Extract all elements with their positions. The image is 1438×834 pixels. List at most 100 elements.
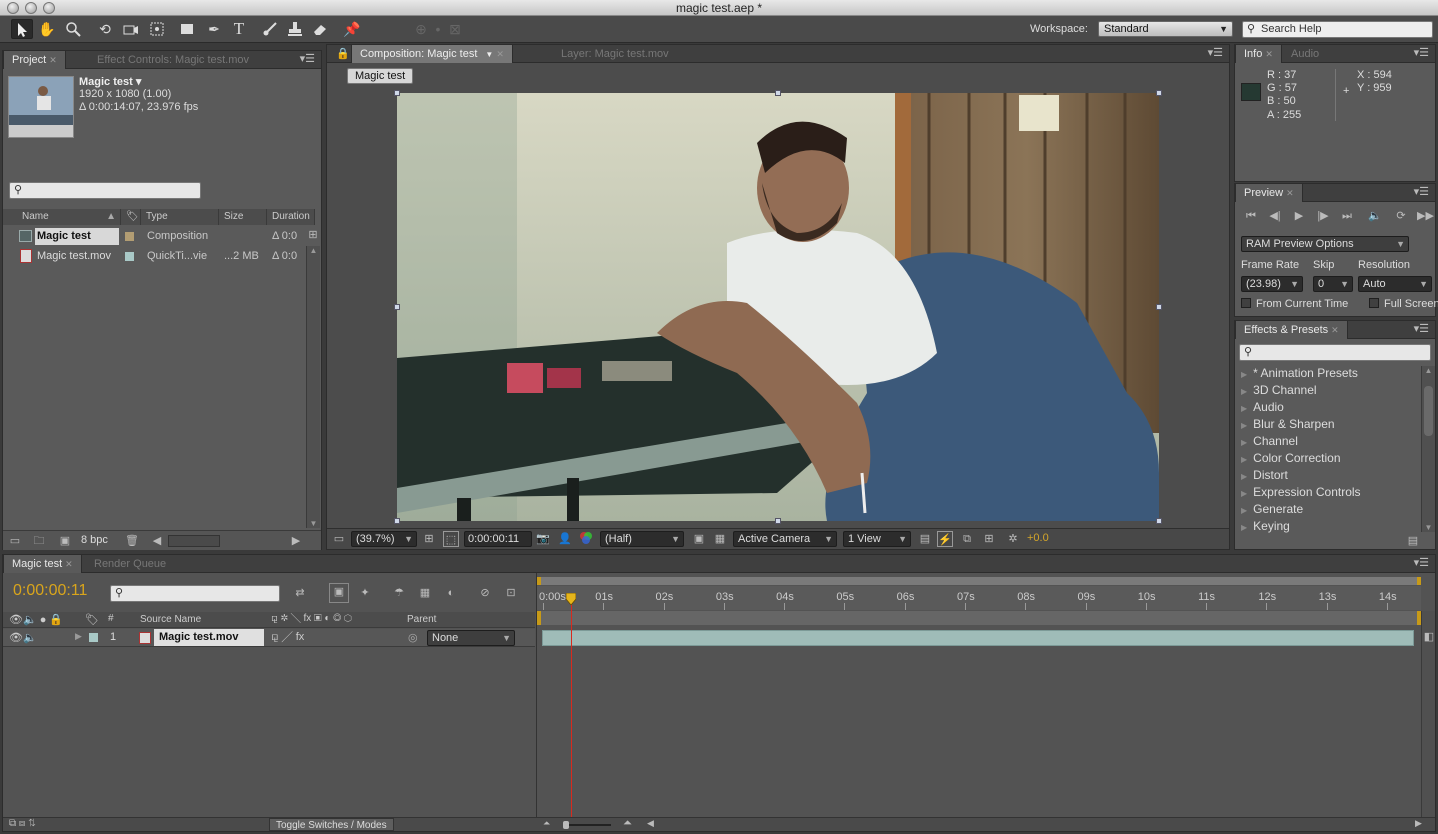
tab-effect-controls[interactable]: Effect Controls: Magic test.mov xyxy=(89,51,257,69)
pen-tool-icon[interactable]: ✒ xyxy=(203,19,225,39)
scroll-right-icon[interactable]: ▶ xyxy=(1415,818,1422,829)
label-swatch[interactable] xyxy=(125,252,134,261)
pan-behind-tool-icon[interactable] xyxy=(146,19,168,39)
last-frame-icon[interactable]: ⏭ xyxy=(1339,208,1355,224)
scroll-right-icon[interactable]: ▶ xyxy=(288,533,304,549)
tab-project[interactable]: Project ✕ xyxy=(3,51,66,69)
loop-icon[interactable]: ⟳ xyxy=(1393,208,1409,224)
magnification-dropdown[interactable]: (39.7%) ▼ xyxy=(351,531,417,547)
effects-search-input[interactable]: ⚲ xyxy=(1239,344,1431,361)
timeline-current-time[interactable]: 0:00:00:11 xyxy=(13,582,87,600)
exposure-value[interactable]: +0.0 xyxy=(1027,532,1049,544)
clone-stamp-tool-icon[interactable] xyxy=(284,19,306,39)
zoom-out-icon[interactable]: ⏶ xyxy=(543,818,550,829)
video-audio-toggle-icons[interactable]: 👁🔈 xyxy=(9,631,37,644)
ram-preview-icon[interactable]: ▶▶ xyxy=(1417,208,1434,224)
view-layout-dropdown[interactable]: 1 View ▼ xyxy=(843,531,911,547)
effects-category[interactable]: ▶ Generate xyxy=(1241,502,1303,516)
full-screen-checkbox[interactable]: Full Screen xyxy=(1369,298,1438,310)
rotation-tool-icon[interactable]: ⟲ xyxy=(94,19,116,39)
resolution-dropdown[interactable]: (Half) ▼ xyxy=(600,531,684,547)
tab-layer[interactable]: Layer: Magic test.mov xyxy=(553,45,677,63)
project-row[interactable]: Magic test Composition Δ 0:0 xyxy=(3,227,306,246)
composition-mini-flowchart-icon[interactable]: ⇄ xyxy=(292,585,308,601)
scroll-left-icon[interactable]: ◀ xyxy=(149,533,165,549)
audio-icon[interactable]: 🔈 xyxy=(1367,208,1383,224)
expand-triangle-icon[interactable]: ▶ xyxy=(75,631,82,642)
bounding-handle[interactable] xyxy=(775,90,781,96)
scroll-left-icon[interactable]: ◀ xyxy=(647,818,654,829)
label-swatch[interactable] xyxy=(125,232,134,241)
reset-exposure-icon[interactable]: ✲ xyxy=(1005,531,1021,547)
channel-rgb-icon[interactable] xyxy=(578,531,594,547)
eraser-tool-icon[interactable] xyxy=(309,19,331,39)
search-help-input[interactable]: ⚲ Search Help xyxy=(1242,21,1433,38)
ram-preview-options-dropdown[interactable]: RAM Preview Options ▼ xyxy=(1241,236,1409,252)
resolution-preview-dropdown[interactable]: Auto ▼ xyxy=(1358,276,1432,292)
type-tool-icon[interactable]: T xyxy=(228,19,250,39)
flowchart-icon[interactable]: ⊞ xyxy=(981,531,997,547)
column-header-duration[interactable]: Duration xyxy=(267,209,315,225)
zoom-tool-icon[interactable] xyxy=(62,19,84,39)
lock-icon[interactable]: 🔒 xyxy=(335,46,351,62)
play-icon[interactable]: ▶ xyxy=(1291,208,1307,224)
effects-category[interactable]: ▶ Distort xyxy=(1241,468,1288,482)
bit-depth-button[interactable]: 8 bpc xyxy=(81,534,108,546)
camera-tool-icon[interactable] xyxy=(120,19,142,39)
hand-tool-icon[interactable]: ✋ xyxy=(36,19,58,39)
draft-3d-icon[interactable]: ✦ xyxy=(357,585,373,601)
bounding-handle[interactable] xyxy=(1156,518,1162,524)
layer-row[interactable]: 👁🔈 ▶ 1 Magic test.mov ⚼ ╱ fx ◎ None ▼ xyxy=(3,629,535,647)
workspace-dropdown[interactable]: Standard ▼ xyxy=(1098,21,1233,37)
panel-menu-icon[interactable]: ▾☰ xyxy=(300,52,315,65)
current-time-indicator[interactable] xyxy=(565,592,577,606)
selection-tool-icon[interactable] xyxy=(11,19,33,39)
panel-menu-icon[interactable]: ▾☰ xyxy=(1414,46,1429,59)
snapshot-icon[interactable]: 📷 xyxy=(535,531,551,547)
project-item-title[interactable]: Magic test ▾ xyxy=(79,75,141,88)
pickwhip-icon[interactable]: ◎ xyxy=(408,631,418,644)
graph-editor-icon[interactable]: ⊘ xyxy=(477,585,493,601)
project-search-input[interactable]: ⚲ xyxy=(9,182,201,199)
current-time-field[interactable]: 0:00:00:11 xyxy=(464,531,532,547)
effects-scrollbar[interactable]: ▲ ▼ xyxy=(1421,366,1435,532)
panel-menu-icon[interactable]: ▾☰ xyxy=(1414,556,1429,569)
layer-switches-icons[interactable]: ⚼ ╱ fx xyxy=(271,631,304,644)
frame-rate-dropdown[interactable]: (23.98) ▼ xyxy=(1241,276,1303,292)
trash-icon[interactable]: 🗑 xyxy=(124,533,140,549)
effects-category[interactable]: ▶ Channel xyxy=(1241,434,1298,448)
tab-timeline-comp[interactable]: Magic test ✕ xyxy=(3,555,82,573)
source-name-header[interactable]: Source Name xyxy=(140,614,201,625)
previous-frame-icon[interactable]: ◀| xyxy=(1267,208,1283,224)
timeline-icon[interactable]: ⧉ xyxy=(959,531,975,547)
effects-category[interactable]: ▶ Expression Controls xyxy=(1241,485,1361,499)
rectangle-tool-icon[interactable] xyxy=(176,19,198,39)
flowchart-icon[interactable]: ⊞ xyxy=(305,227,321,243)
bounding-handle[interactable] xyxy=(394,518,400,524)
effects-category[interactable]: ▶ Audio xyxy=(1241,400,1284,414)
motion-blur-icon[interactable]: ◐ xyxy=(443,585,459,601)
layer-name[interactable]: Magic test.mov xyxy=(154,629,264,646)
brainstorm-icon[interactable]: ⊡ xyxy=(503,585,519,601)
live-update-icon[interactable]: ▣ xyxy=(329,583,349,603)
bounding-handle[interactable] xyxy=(394,304,400,310)
skip-dropdown[interactable]: 0 ▼ xyxy=(1313,276,1353,292)
label-swatch[interactable] xyxy=(89,633,98,642)
puppet-pin-tool-icon[interactable]: 📌 xyxy=(341,19,363,39)
work-area-bar[interactable] xyxy=(537,577,1421,585)
tab-audio[interactable]: Audio xyxy=(1283,45,1327,63)
panel-menu-icon[interactable]: ▾☰ xyxy=(1208,46,1223,59)
timeline-search-input[interactable]: ⚲ xyxy=(110,585,280,602)
effects-category[interactable]: ▶ Keying xyxy=(1241,519,1290,533)
first-frame-icon[interactable]: ⏮ xyxy=(1243,208,1259,224)
tab-info[interactable]: Info ✕ xyxy=(1235,45,1282,63)
time-zoom-slider[interactable] xyxy=(563,821,611,829)
parent-dropdown[interactable]: None ▼ xyxy=(427,630,515,646)
label-column-icon[interactable]: 🏷 xyxy=(121,209,141,225)
hide-shy-layers-icon[interactable]: ☂ xyxy=(391,585,407,601)
new-composition-icon[interactable]: ▣ xyxy=(57,533,73,549)
title-safe-icon[interactable]: ⊞ xyxy=(421,531,437,547)
comp-button-icon[interactable]: ◧ xyxy=(1421,629,1437,645)
bounding-handle[interactable] xyxy=(775,518,781,524)
project-row[interactable]: Magic test.mov QuickTi...vie ...2 MB Δ 0… xyxy=(3,247,306,266)
